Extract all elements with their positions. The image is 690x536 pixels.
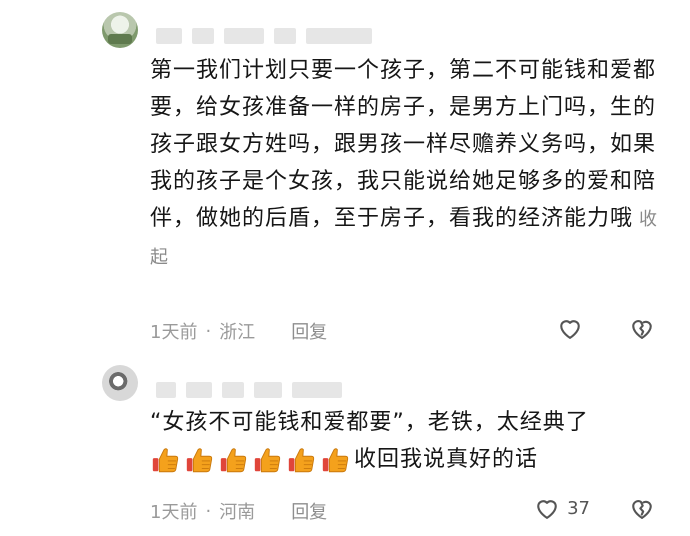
- comment-body: 第一我们计划只要一个孩子，第二不可能钱和爱都要，给女孩准备一样的房子，是男方上门…: [150, 58, 657, 231]
- like-count: 37: [567, 497, 590, 519]
- thumbs-up-icon: [152, 448, 179, 473]
- redacted-block: [186, 382, 212, 398]
- broken-heart-icon[interactable]: [628, 494, 656, 522]
- comment-text: 第一我们计划只要一个孩子，第二不可能钱和爱都要，给女孩准备一样的房子，是男方上门…: [150, 52, 670, 276]
- heart-icon: [560, 320, 580, 339]
- redacted-block: [306, 28, 372, 44]
- comment-actions: 37: [533, 494, 656, 522]
- thumbs-up-icon: [254, 448, 281, 473]
- redacted-username[interactable]: [156, 28, 372, 44]
- like-button[interactable]: 37: [533, 494, 590, 522]
- comment-text: “女孩不可能钱和爱都要”，老铁，太经典了收回我说真好的话: [150, 404, 670, 478]
- redacted-username[interactable]: [156, 382, 342, 398]
- comment-body: “女孩不可能钱和爱都要”，老铁，太经典了: [150, 410, 589, 435]
- redacted-block: [222, 382, 244, 398]
- redacted-block: [156, 28, 182, 44]
- comment-time: 1天前: [150, 502, 198, 523]
- redacted-block: [274, 28, 296, 44]
- comment-actions: [556, 314, 656, 342]
- thumbs-up-icon: [220, 448, 247, 473]
- comment-body-continued: 收回我说真好的话: [354, 447, 539, 472]
- comment-time: 1天前: [150, 322, 198, 343]
- separator-dot: ·: [205, 320, 212, 342]
- thumbs-up-icon: [288, 448, 315, 473]
- thumbs-up-icon: [322, 448, 349, 473]
- redacted-block: [254, 382, 282, 398]
- heart-icon: [537, 500, 557, 519]
- reply-button[interactable]: 回复: [291, 498, 327, 524]
- comment-location: 浙江: [219, 322, 256, 343]
- comment-location: 河南: [219, 502, 256, 523]
- like-button[interactable]: [556, 314, 590, 342]
- avatar[interactable]: [102, 12, 138, 48]
- thumbs-up-icon: [186, 448, 213, 473]
- redacted-block: [156, 382, 176, 398]
- redacted-block: [224, 28, 264, 44]
- comment-meta: 1天前 · 河南 回复: [150, 498, 327, 524]
- emoji-row: [150, 445, 350, 475]
- reply-button[interactable]: 回复: [291, 318, 327, 344]
- broken-heart-icon[interactable]: [628, 314, 656, 342]
- comment-meta: 1天前 · 浙江 回复: [150, 318, 327, 344]
- avatar[interactable]: [102, 365, 138, 401]
- redacted-block: [292, 382, 342, 398]
- separator-dot: ·: [205, 500, 212, 522]
- redacted-block: [192, 28, 214, 44]
